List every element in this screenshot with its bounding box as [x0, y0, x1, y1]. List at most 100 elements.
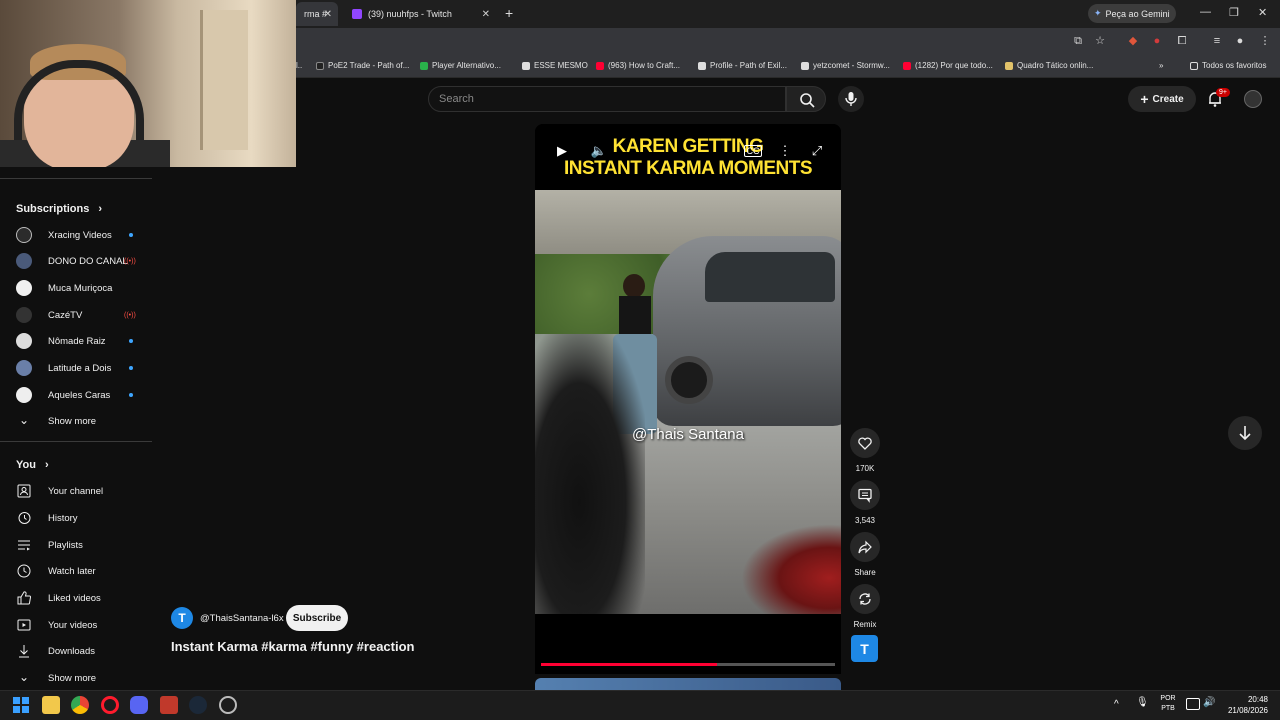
bookmark-partial[interactable]: l..	[296, 61, 302, 70]
comment-icon	[858, 488, 872, 503]
live-icon: ((•))	[124, 311, 136, 319]
windows-start-icon[interactable]	[12, 696, 30, 714]
sidebar-item-your-videos[interactable]: Your videos	[0, 612, 152, 638]
extension-icon[interactable]: ◆	[1126, 34, 1140, 48]
captions-icon[interactable]: CC	[744, 145, 762, 157]
gemini-button[interactable]: ✦ Peça ao Gemini	[1088, 4, 1176, 23]
bookmark-item[interactable]: PoE2 Trade - Path of...	[316, 61, 409, 70]
subscriptions-heading[interactable]: Subscriptions ›	[16, 203, 102, 215]
all-bookmarks-folder[interactable]: Todos os favoritos	[1190, 61, 1266, 70]
bookmark-star-icon[interactable]: ☆	[1093, 34, 1107, 48]
more-options-icon[interactable]: ⋮	[776, 142, 794, 160]
sidebar-item-xracing-videos[interactable]: Xracing Videos	[0, 222, 152, 248]
search-input[interactable]: Search	[428, 86, 786, 112]
sidebar-item-latitude-a-dois[interactable]: Latitude a Dois	[0, 355, 152, 381]
channel-avatar	[16, 280, 32, 296]
sidebar-item-playlists[interactable]: Playlists	[0, 532, 152, 558]
create-button[interactable]: + Create	[1128, 86, 1196, 112]
more-bookmarks-icon[interactable]: »	[1159, 61, 1163, 70]
install-app-icon[interactable]: ⧉	[1071, 34, 1085, 48]
channel-avatar[interactable]: T	[171, 607, 193, 629]
bookmark-item[interactable]: Quadro Tático onlin...	[1005, 61, 1093, 70]
sidebar-item-your-channel[interactable]: Your channel	[0, 478, 152, 504]
bookmark-item[interactable]: (963) How to Craft...	[596, 61, 680, 70]
video-blur	[535, 334, 645, 614]
show-more-subscriptions[interactable]: ⌄ Show more	[0, 408, 152, 434]
profile-icon[interactable]: ●	[1233, 34, 1247, 48]
tab-close-icon[interactable]: ✕	[324, 9, 332, 20]
new-tab-icon[interactable]: +	[505, 5, 513, 21]
account-avatar[interactable]	[1244, 90, 1262, 108]
sidebar-item-nomade-raiz[interactable]: Nômade Raiz	[0, 328, 152, 354]
channel-handle[interactable]: @ThaisSantana-l6x	[200, 613, 284, 624]
extension-icon[interactable]: ●	[1150, 34, 1164, 48]
app-icon[interactable]	[219, 696, 237, 714]
sidebar-item-downloads[interactable]: Downloads	[0, 638, 152, 664]
new-content-dot	[129, 393, 133, 397]
sidebar-item-cazetv[interactable]: CazéTV ((•))	[0, 302, 152, 328]
channel-avatar	[16, 333, 32, 349]
tab-twitch[interactable]: (39) nuuhfps - Twitch ✕	[344, 2, 496, 26]
chevron-right-icon: ›	[98, 203, 103, 215]
you-heading[interactable]: You ›	[16, 459, 49, 471]
youtube-icon	[903, 61, 911, 70]
volume-tray-icon[interactable]: 🔊	[1203, 697, 1217, 711]
file-explorer-icon[interactable]	[42, 696, 60, 714]
video-red-car	[741, 524, 841, 614]
opera-icon[interactable]	[101, 696, 119, 714]
volume-icon[interactable]: 🔈	[590, 142, 608, 160]
next-short-preview[interactable]	[535, 678, 841, 690]
sidebar-item-history[interactable]: History	[0, 505, 152, 531]
tab-youtube[interactable]: rma # ✕	[296, 2, 338, 26]
bookmark-item[interactable]: (1282) Por que todo...	[903, 61, 993, 70]
subscribe-button[interactable]: Subscribe	[286, 605, 348, 631]
remix-icon	[859, 593, 871, 605]
video-title: Instant Karma #karma #funny #reaction	[171, 639, 415, 654]
mic-tray-icon[interactable]: 🎙	[1136, 697, 1149, 711]
system-clock[interactable]: 20:48 21/08/2026	[1222, 694, 1268, 716]
fullscreen-icon[interactable]: ⤢	[808, 142, 826, 160]
comment-count: 3,543	[854, 516, 876, 525]
sidebar-item-aqueles-caras[interactable]: Aqueles Caras	[0, 382, 152, 408]
webcam-door	[200, 10, 248, 150]
bookmark-item[interactable]: Profile - Path of Exil...	[698, 61, 787, 70]
chrome-icon[interactable]	[71, 696, 89, 714]
extensions-puzzle-icon[interactable]: ⧠	[1175, 34, 1189, 48]
channel-tile[interactable]: T	[851, 635, 878, 662]
display-tray-icon[interactable]	[1186, 698, 1200, 710]
next-video-button[interactable]	[1228, 416, 1262, 450]
remix-button[interactable]: Remix	[848, 584, 882, 629]
discord-icon[interactable]	[130, 696, 148, 714]
bookmark-item[interactable]: yetzcomet - Stormw...	[801, 61, 890, 70]
menu-dots-icon[interactable]: ⋮	[1258, 34, 1272, 48]
show-more-you[interactable]: ⌄ Show more	[0, 665, 152, 691]
youtube-icon	[596, 61, 604, 70]
video-watermark: @Thais Santana	[632, 426, 744, 443]
short-video-player[interactable]: KAREN GETTING INSTANT KARMA MOMENTS @Tha…	[535, 124, 841, 614]
voice-search-button[interactable]	[838, 86, 864, 112]
app-icon[interactable]	[160, 696, 178, 714]
comments-button[interactable]: 3,543	[848, 480, 882, 525]
share-label: Share	[854, 568, 876, 577]
sidebar-item-watch-later[interactable]: Watch later	[0, 558, 152, 584]
close-window-icon[interactable]: ✕	[1258, 6, 1267, 19]
tab-close-icon[interactable]: ✕	[482, 9, 490, 20]
sidebar-item-liked-videos[interactable]: Liked videos	[0, 585, 152, 611]
media-control-icon[interactable]: ≡	[1210, 34, 1224, 48]
bookmark-icon	[522, 61, 530, 70]
sidebar-item-dono-do-canal[interactable]: DONO DO CANAL ((•))	[0, 248, 152, 274]
language-indicator[interactable]: POR PTB	[1158, 694, 1178, 714]
share-button[interactable]: Share	[848, 532, 882, 577]
steam-icon[interactable]	[189, 696, 207, 714]
sidebar-item-muca-muricoca[interactable]: Muca Muriçoca	[0, 275, 152, 301]
like-button[interactable]: 170K	[848, 428, 882, 473]
play-icon[interactable]: ▶	[553, 142, 571, 160]
bookmark-item[interactable]: Player Alternativo...	[420, 61, 501, 70]
minimize-icon[interactable]: —	[1200, 6, 1211, 18]
bookmark-item[interactable]: ESSE MESMO	[522, 61, 588, 70]
search-button[interactable]	[786, 86, 826, 112]
thumb-up-icon	[17, 591, 32, 605]
restore-icon[interactable]: ❐	[1229, 6, 1239, 19]
tab-title: (39) nuuhfps - Twitch	[368, 9, 452, 19]
chevron-up-icon[interactable]: ^	[1114, 699, 1126, 711]
